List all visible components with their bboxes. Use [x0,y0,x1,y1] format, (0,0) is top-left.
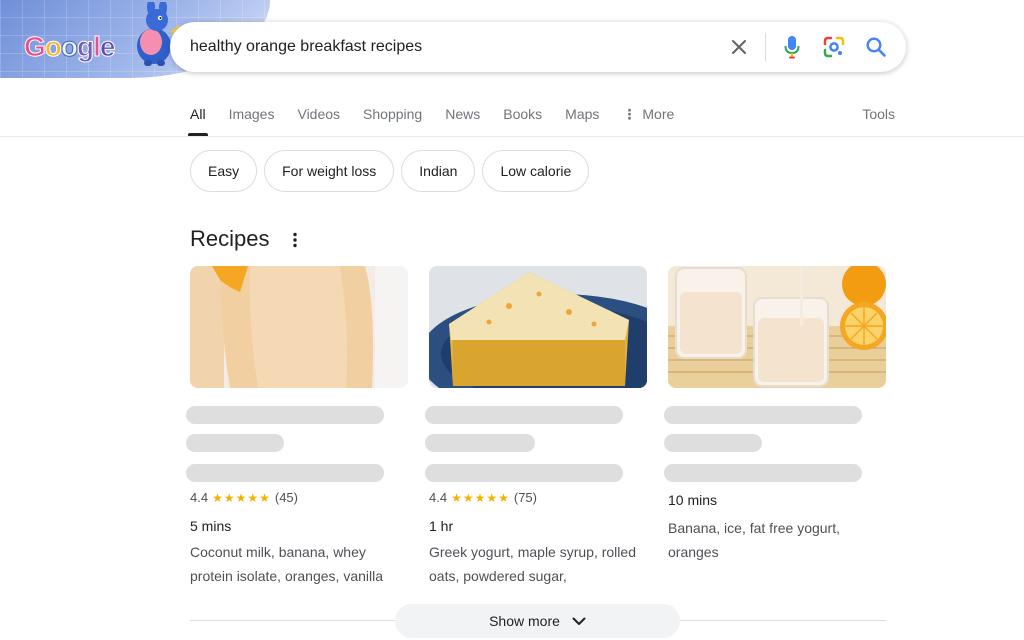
loading-placeholder [425,406,623,424]
recipe-time: 10 mins [668,492,718,508]
chip-easy[interactable]: Easy [190,150,258,192]
recipe-ingredients: Coconut milk, banana, whey protein isola… [190,544,384,584]
recipe-card[interactable]: 4.4 ★★★★★ (45) 5 mins Coconut milk, bana… [186,266,408,584]
logo-letter: l [93,31,102,63]
recipe-time: 5 mins [190,518,232,534]
loading-placeholder [664,406,862,424]
tab-books[interactable]: Books [503,96,542,136]
chip-indian[interactable]: Indian [401,150,476,192]
tab-maps[interactable]: Maps [565,96,599,136]
tab-more-label: More [642,106,675,122]
recipe-time: 1 hr [429,518,454,534]
loading-placeholder [186,434,284,452]
recipe-rating: 4.4 ★★★★★ (75) [429,490,537,505]
search-box[interactable] [170,22,906,72]
search-icon[interactable] [864,35,888,59]
tab-all[interactable]: All [188,96,208,136]
recipe-ingredients: Banana, ice, fat free yogurt, oranges [668,520,840,560]
more-vert-icon[interactable] [288,230,302,250]
tab-videos[interactable]: Videos [297,96,340,136]
chip-low-calorie[interactable]: Low calorie [482,150,590,192]
tools-button[interactable]: Tools [862,106,895,122]
logo-letter: e [99,31,116,63]
google-doodle-logo[interactable]: G o o g l e [24,30,124,64]
loading-placeholder [425,434,535,452]
show-more-button[interactable]: Show more [395,604,680,638]
tab-news[interactable]: News [445,96,480,136]
logo-letter: G [24,31,47,63]
review-count: (75) [513,490,537,505]
loading-placeholder [425,464,623,482]
search-tabs: All Images Videos Shopping News Books Ma… [188,96,697,136]
search-input[interactable] [190,27,720,67]
tab-images[interactable]: Images [229,96,275,136]
loading-placeholder [664,464,862,482]
search-divider [765,33,766,61]
logo-letter: o [60,31,78,63]
chevron-down-icon [572,617,586,626]
star-rating-icon: ★★★★★ [212,490,271,505]
more-vert-icon: ⋮ [622,106,637,122]
rating-value: 4.4 [190,490,209,505]
logo-letter: o [44,31,62,63]
recipe-ingredients: Greek yogurt, maple syrup, rolled oats, … [429,544,636,584]
show-more-label: Show more [489,613,560,629]
tab-shopping[interactable]: Shopping [363,96,422,136]
loading-placeholder [664,434,762,452]
close-icon[interactable] [727,35,751,59]
recipe-card[interactable]: 4.4 ★★★★★ (75) 1 hr Greek yogurt, maple … [425,266,647,584]
recipes-heading: Recipes [190,226,270,251]
chip-weight-loss[interactable]: For weight loss [264,150,395,192]
rating-value: 4.4 [429,490,448,505]
logo-letter: g [76,31,94,63]
recipe-image-smoothie-glasses[interactable] [668,266,886,388]
recipe-rating: 4.4 ★★★★★ (45) [190,490,298,505]
recipe-card[interactable]: 10 mins Banana, ice, fat free yogurt, or… [664,266,886,560]
loading-placeholder [186,464,384,482]
refinement-chips: Easy For weight loss Indian Low calorie [190,150,596,192]
camera-lens-icon[interactable] [822,35,846,59]
loading-placeholder [186,406,384,424]
tab-more[interactable]: ⋮ More [622,96,674,136]
tabs-divider [0,136,1024,137]
microphone-icon[interactable] [780,35,804,59]
review-count: (45) [274,490,298,505]
recipe-image-smoothie[interactable] [190,266,408,388]
recipe-image-cake[interactable] [429,266,647,388]
star-rating-icon: ★★★★★ [451,490,510,505]
